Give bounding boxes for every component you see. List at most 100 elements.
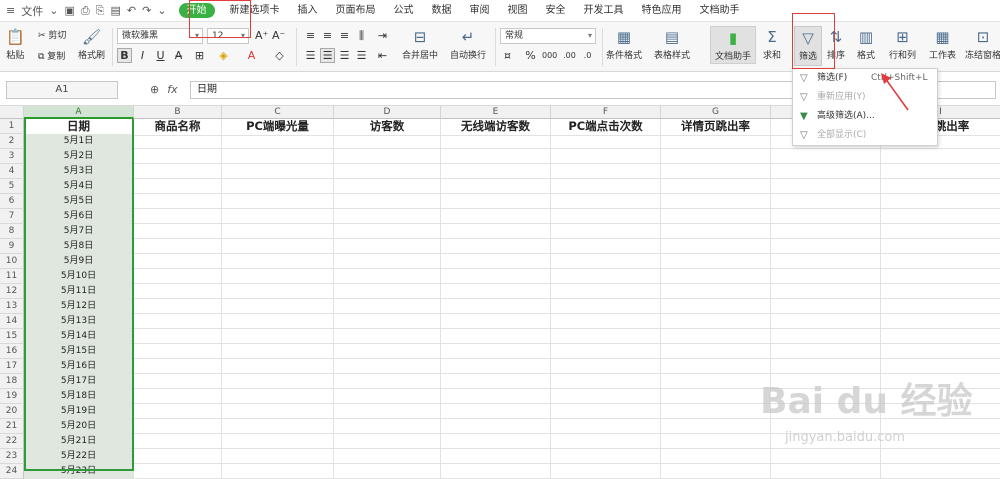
table-cell[interactable] [222, 224, 334, 239]
tab-features[interactable]: 特色应用 [633, 0, 691, 22]
font-size-select[interactable]: 12 ▾ [207, 28, 249, 44]
font-color-icon[interactable]: A [244, 48, 259, 63]
table-cell[interactable] [771, 164, 881, 179]
table-cell[interactable] [661, 254, 771, 269]
table-cell[interactable] [334, 164, 441, 179]
table-cell[interactable] [134, 179, 222, 194]
table-cell[interactable] [661, 329, 771, 344]
table-cell[interactable] [334, 344, 441, 359]
table-cell[interactable] [134, 149, 222, 164]
table-cell[interactable] [551, 374, 661, 389]
table-cell[interactable] [441, 359, 551, 374]
column-header-f[interactable]: F [551, 106, 661, 119]
table-cell[interactable] [771, 299, 881, 314]
table-cell[interactable] [222, 194, 334, 209]
currency-icon[interactable]: ¤ [500, 48, 515, 63]
table-cell[interactable] [881, 194, 1000, 209]
justify-icon[interactable]: ☰ [354, 48, 369, 63]
table-cell[interactable] [441, 404, 551, 419]
tab-new[interactable]: 新建选项卡 [221, 0, 289, 22]
table-cell[interactable] [881, 299, 1000, 314]
table-cell[interactable] [661, 314, 771, 329]
table-cell[interactable] [334, 314, 441, 329]
table-cell[interactable] [222, 359, 334, 374]
table-cell[interactable] [441, 164, 551, 179]
date-cell[interactable]: 5月23日 [24, 464, 134, 479]
column-header-d[interactable]: D [334, 106, 441, 119]
row-header[interactable]: 15 [0, 329, 24, 344]
table-cell[interactable] [334, 149, 441, 164]
date-cell[interactable]: 5月15日 [24, 344, 134, 359]
table-cell[interactable] [222, 209, 334, 224]
strikethrough-icon[interactable]: A̶ [171, 48, 186, 63]
table-cell[interactable] [881, 329, 1000, 344]
table-cell[interactable] [661, 404, 771, 419]
tab-doc-assistant[interactable]: 文档助手 [691, 0, 749, 22]
table-cell[interactable] [881, 179, 1000, 194]
underline-icon[interactable]: U [153, 48, 168, 63]
table-cell[interactable] [134, 389, 222, 404]
table-cell[interactable] [551, 134, 661, 149]
save-icon[interactable]: ▣ [64, 4, 74, 17]
table-cell[interactable] [222, 149, 334, 164]
table-cell[interactable] [222, 404, 334, 419]
table-cell[interactable] [334, 194, 441, 209]
tab-security[interactable]: 安全 [537, 0, 575, 22]
align-left-icon[interactable]: ☰ [303, 48, 318, 63]
border-icon[interactable]: ⊞ [192, 48, 207, 63]
table-cell[interactable] [441, 254, 551, 269]
table-cell[interactable] [134, 239, 222, 254]
filter-button[interactable]: ▽ 筛选 [794, 26, 822, 66]
indent-icon[interactable]: ⇥ [375, 28, 390, 43]
number-format-select[interactable]: 常规 ▾ [500, 28, 596, 44]
table-cell[interactable] [771, 314, 881, 329]
table-cell[interactable] [661, 299, 771, 314]
date-cell[interactable]: 5月16日 [24, 359, 134, 374]
conditional-format-button[interactable]: ▦ 条件格式 [606, 28, 642, 61]
date-cell[interactable]: 5月11日 [24, 284, 134, 299]
table-cell[interactable] [551, 389, 661, 404]
table-cell[interactable] [771, 269, 881, 284]
align-right-icon[interactable]: ☰ [337, 48, 352, 63]
table-cell[interactable] [551, 269, 661, 284]
row-header[interactable]: 18 [0, 374, 24, 389]
row-header[interactable]: 13 [0, 299, 24, 314]
export-icon[interactable]: ▤ [110, 4, 120, 17]
table-cell[interactable] [334, 449, 441, 464]
table-cell[interactable] [441, 179, 551, 194]
table-cell[interactable] [134, 134, 222, 149]
table-cell[interactable] [551, 404, 661, 419]
table-cell[interactable] [334, 359, 441, 374]
table-cell[interactable] [551, 209, 661, 224]
decrease-font-icon[interactable]: A⁻ [271, 28, 286, 43]
zoom-icon[interactable]: ⊕ [150, 83, 159, 96]
align-center-icon[interactable]: ☰ [320, 48, 335, 63]
table-cell[interactable] [134, 404, 222, 419]
date-cell[interactable]: 5月20日 [24, 419, 134, 434]
row-header[interactable]: 11 [0, 269, 24, 284]
table-cell[interactable] [551, 329, 661, 344]
table-cell[interactable] [334, 434, 441, 449]
table-cell[interactable] [441, 209, 551, 224]
row-header[interactable]: 1 [0, 119, 24, 134]
table-cell[interactable] [661, 464, 771, 479]
table-cell[interactable] [441, 389, 551, 404]
table-cell[interactable] [441, 434, 551, 449]
table-cell[interactable] [334, 269, 441, 284]
table-cell[interactable] [771, 194, 881, 209]
row-header[interactable]: 6 [0, 194, 24, 209]
table-cell[interactable] [334, 254, 441, 269]
table-cell[interactable] [441, 239, 551, 254]
table-cell[interactable] [881, 314, 1000, 329]
table-cell[interactable] [134, 284, 222, 299]
row-header[interactable]: 20 [0, 404, 24, 419]
date-cell[interactable]: 5月19日 [24, 404, 134, 419]
tab-review[interactable]: 审阅 [461, 0, 499, 22]
table-cell[interactable] [441, 449, 551, 464]
paste-button[interactable]: 📋 粘贴 [6, 28, 25, 61]
table-cell[interactable] [334, 389, 441, 404]
column-header-g[interactable]: G [661, 106, 771, 119]
print-icon[interactable]: ⎘ [96, 4, 105, 18]
table-cell[interactable] [881, 239, 1000, 254]
table-cell[interactable] [441, 284, 551, 299]
